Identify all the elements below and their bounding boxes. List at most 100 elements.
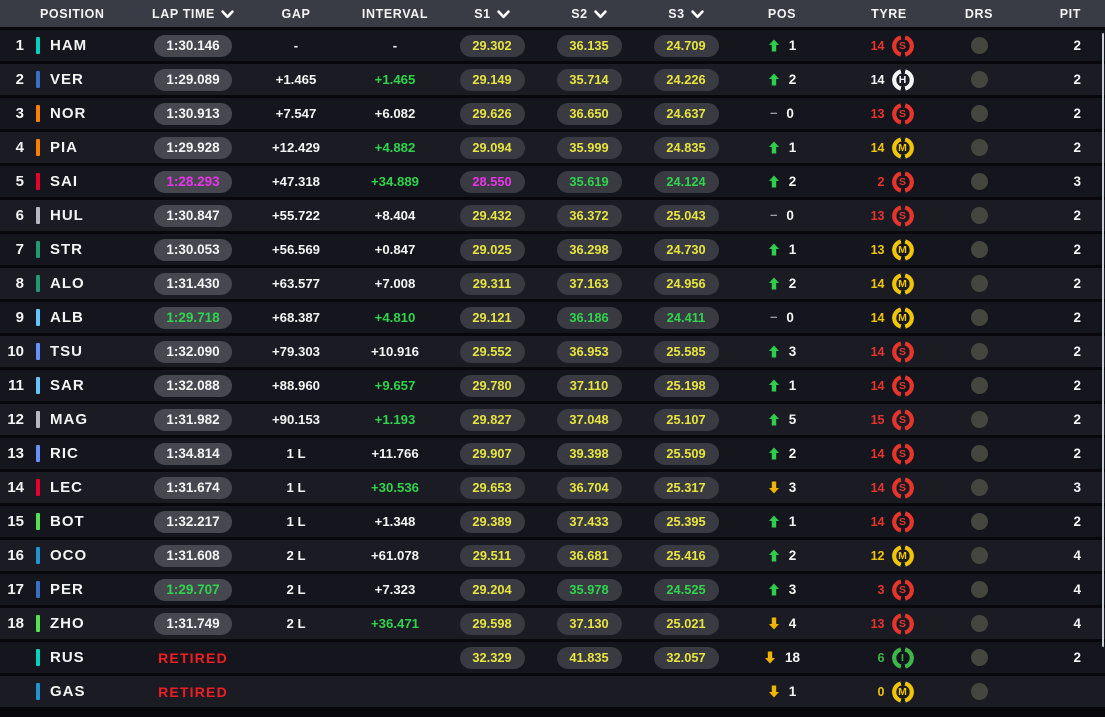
lap-time-cell: 1:29.707 — [140, 579, 246, 601]
positions-gained-cell: 1 — [734, 684, 830, 699]
driver-code: OCO — [50, 547, 140, 564]
team-color-bar — [36, 445, 50, 462]
lap-time-pill: 1:29.707 — [154, 579, 232, 601]
sector-s2-pill: 37.163 — [557, 273, 622, 295]
team-color-bar — [36, 615, 50, 632]
table-row-hul[interactable]: 6HUL1:30.847+55.722+8.40429.43236.37225.… — [0, 200, 1105, 234]
sector-s2-cell: 36.298 — [540, 239, 638, 261]
sector-s1-pill: 29.552 — [460, 341, 525, 363]
sector-s1-cell: 29.311 — [444, 273, 540, 295]
table-row-alb[interactable]: 9ALB1:29.718+68.387+4.81029.12136.18624.… — [0, 302, 1105, 336]
col-header-s3[interactable]: S3 — [638, 7, 734, 21]
sector-s3-cell: 24.709 — [638, 35, 734, 57]
tyre-compound-s-icon: S — [892, 375, 914, 397]
gap-value: +90.153 — [246, 412, 346, 427]
drs-cell — [948, 581, 1010, 598]
team-color-bar — [36, 173, 50, 190]
interval-value: +7.323 — [346, 582, 444, 597]
table-row-pia[interactable]: 4PIA1:29.928+12.429+4.88229.09435.99924.… — [0, 132, 1105, 166]
retired-status: RETIRED — [158, 684, 228, 700]
table-row-mag[interactable]: 12MAG1:31.982+90.153+1.19329.82737.04825… — [0, 404, 1105, 438]
table-row-alo[interactable]: 8ALO1:31.430+63.577+7.00829.31137.16324.… — [0, 268, 1105, 302]
tyre-laps-count: 14 — [865, 345, 885, 359]
table-row-ric[interactable]: 13RIC1:34.8141 L+11.76629.90739.39825.50… — [0, 438, 1105, 472]
sector-s3-cell: 24.835 — [638, 137, 734, 159]
sector-s3-cell: 24.730 — [638, 239, 734, 261]
lap-time-pill: 1:30.146 — [154, 35, 232, 57]
drs-indicator-icon — [971, 547, 988, 564]
chevron-down-icon — [497, 10, 510, 19]
table-row-sar[interactable]: 11SAR1:32.088+88.960+9.65729.78037.11025… — [0, 370, 1105, 404]
tyre-cell: 13S — [830, 103, 948, 125]
team-color-bar — [36, 275, 40, 292]
positions-gained-cell: 2 — [734, 72, 830, 87]
position-up-arrow-icon — [768, 73, 780, 86]
positions-gained-cell: 1 — [734, 378, 830, 393]
drs-indicator-icon — [971, 309, 988, 326]
col-header-laptime[interactable]: LAP TIME — [140, 7, 246, 21]
table-row-rus[interactable]: RUSRETIRED32.32941.83532.057186I2 — [0, 642, 1105, 676]
interval-value: +11.766 — [346, 446, 444, 461]
table-row-nor[interactable]: 3NOR1:30.913+7.547+6.08229.62636.65024.6… — [0, 98, 1105, 132]
position-number: 5 — [0, 173, 36, 190]
table-row-sai[interactable]: 5SAI1:28.293+47.318+34.88928.55035.61924… — [0, 166, 1105, 200]
table-row-ver[interactable]: 2VER1:29.089+1.465+1.46529.14935.71424.2… — [0, 64, 1105, 98]
positions-gained-value: 2 — [789, 446, 797, 461]
positions-gained-cell: 2 — [734, 276, 830, 291]
lap-time-cell: 1:32.217 — [140, 511, 246, 533]
col-header-pos: POS — [734, 7, 830, 21]
table-row-bot[interactable]: 15BOT1:32.2171 L+1.34829.38937.43325.395… — [0, 506, 1105, 540]
col-header-tyre: TYRE — [830, 7, 948, 21]
sector-s2-cell: 35.978 — [540, 579, 638, 601]
drs-indicator-icon — [971, 71, 988, 88]
tyre-laps-count: 14 — [865, 515, 885, 529]
table-row-gas[interactable]: GASRETIRED10M — [0, 676, 1105, 710]
lap-time-cell: 1:31.674 — [140, 477, 246, 499]
gap-value: +12.429 — [246, 140, 346, 155]
sector-s2-pill: 36.704 — [557, 477, 622, 499]
positions-gained-value: 5 — [789, 412, 797, 427]
table-row-str[interactable]: 7STR1:30.053+56.569+0.84729.02536.29824.… — [0, 234, 1105, 268]
drs-indicator-icon — [971, 105, 988, 122]
lap-time-cell: 1:31.749 — [140, 613, 246, 635]
tyre-laps-count: 12 — [865, 549, 885, 563]
gap-value: +68.387 — [246, 310, 346, 325]
col-header-s1[interactable]: S1 — [444, 7, 540, 21]
drs-cell — [948, 479, 1010, 496]
scrollbar[interactable] — [1102, 33, 1104, 647]
sector-s1-pill: 29.025 — [460, 239, 525, 261]
gap-value: 2 L — [246, 548, 346, 563]
gap-value: 2 L — [246, 582, 346, 597]
tyre-laps-count: 14 — [865, 379, 885, 393]
lap-time-cell: 1:29.928 — [140, 137, 246, 159]
sector-s2-pill: 36.186 — [557, 307, 622, 329]
table-row-lec[interactable]: 14LEC1:31.6741 L+30.53629.65336.70425.31… — [0, 472, 1105, 506]
position-number: 4 — [0, 139, 36, 156]
tyre-laps-count: 13 — [865, 209, 885, 223]
sector-s3-cell: 24.124 — [638, 171, 734, 193]
positions-gained-value: 3 — [789, 344, 797, 359]
gap-value: 1 L — [246, 514, 346, 529]
tyre-cell: 13S — [830, 613, 948, 635]
table-row-tsu[interactable]: 10TSU1:32.090+79.303+10.91629.55236.9532… — [0, 336, 1105, 370]
positions-gained-value: 0 — [786, 208, 794, 223]
tyre-compound-s-icon: S — [892, 409, 914, 431]
table-row-per[interactable]: 17PER1:29.7072 L+7.32329.20435.97824.525… — [0, 574, 1105, 608]
position-down-arrow-icon — [768, 617, 780, 630]
sector-s3-cell: 24.411 — [638, 307, 734, 329]
drs-cell — [948, 71, 1010, 88]
col-header-label: DRS — [965, 7, 993, 21]
table-row-oco[interactable]: 16OCO1:31.6082 L+61.07829.51136.68125.41… — [0, 540, 1105, 574]
pit-count: 4 — [1010, 582, 1105, 597]
sector-s3-cell: 25.509 — [638, 443, 734, 465]
interval-value: +1.193 — [346, 412, 444, 427]
table-row-ham[interactable]: 1HAM1:30.146--29.30236.13524.709114S2 — [0, 30, 1105, 64]
sector-s1-pill: 29.302 — [460, 35, 525, 57]
interval-value: +6.082 — [346, 106, 444, 121]
sector-s1-pill: 29.626 — [460, 103, 525, 125]
position-unchanged-icon: – — [770, 105, 777, 120]
sector-s1-cell: 29.149 — [444, 69, 540, 91]
driver-code: ZHO — [50, 615, 140, 632]
table-row-zho[interactable]: 18ZHO1:31.7492 L+36.47129.59837.13025.02… — [0, 608, 1105, 642]
col-header-s2[interactable]: S2 — [540, 7, 638, 21]
